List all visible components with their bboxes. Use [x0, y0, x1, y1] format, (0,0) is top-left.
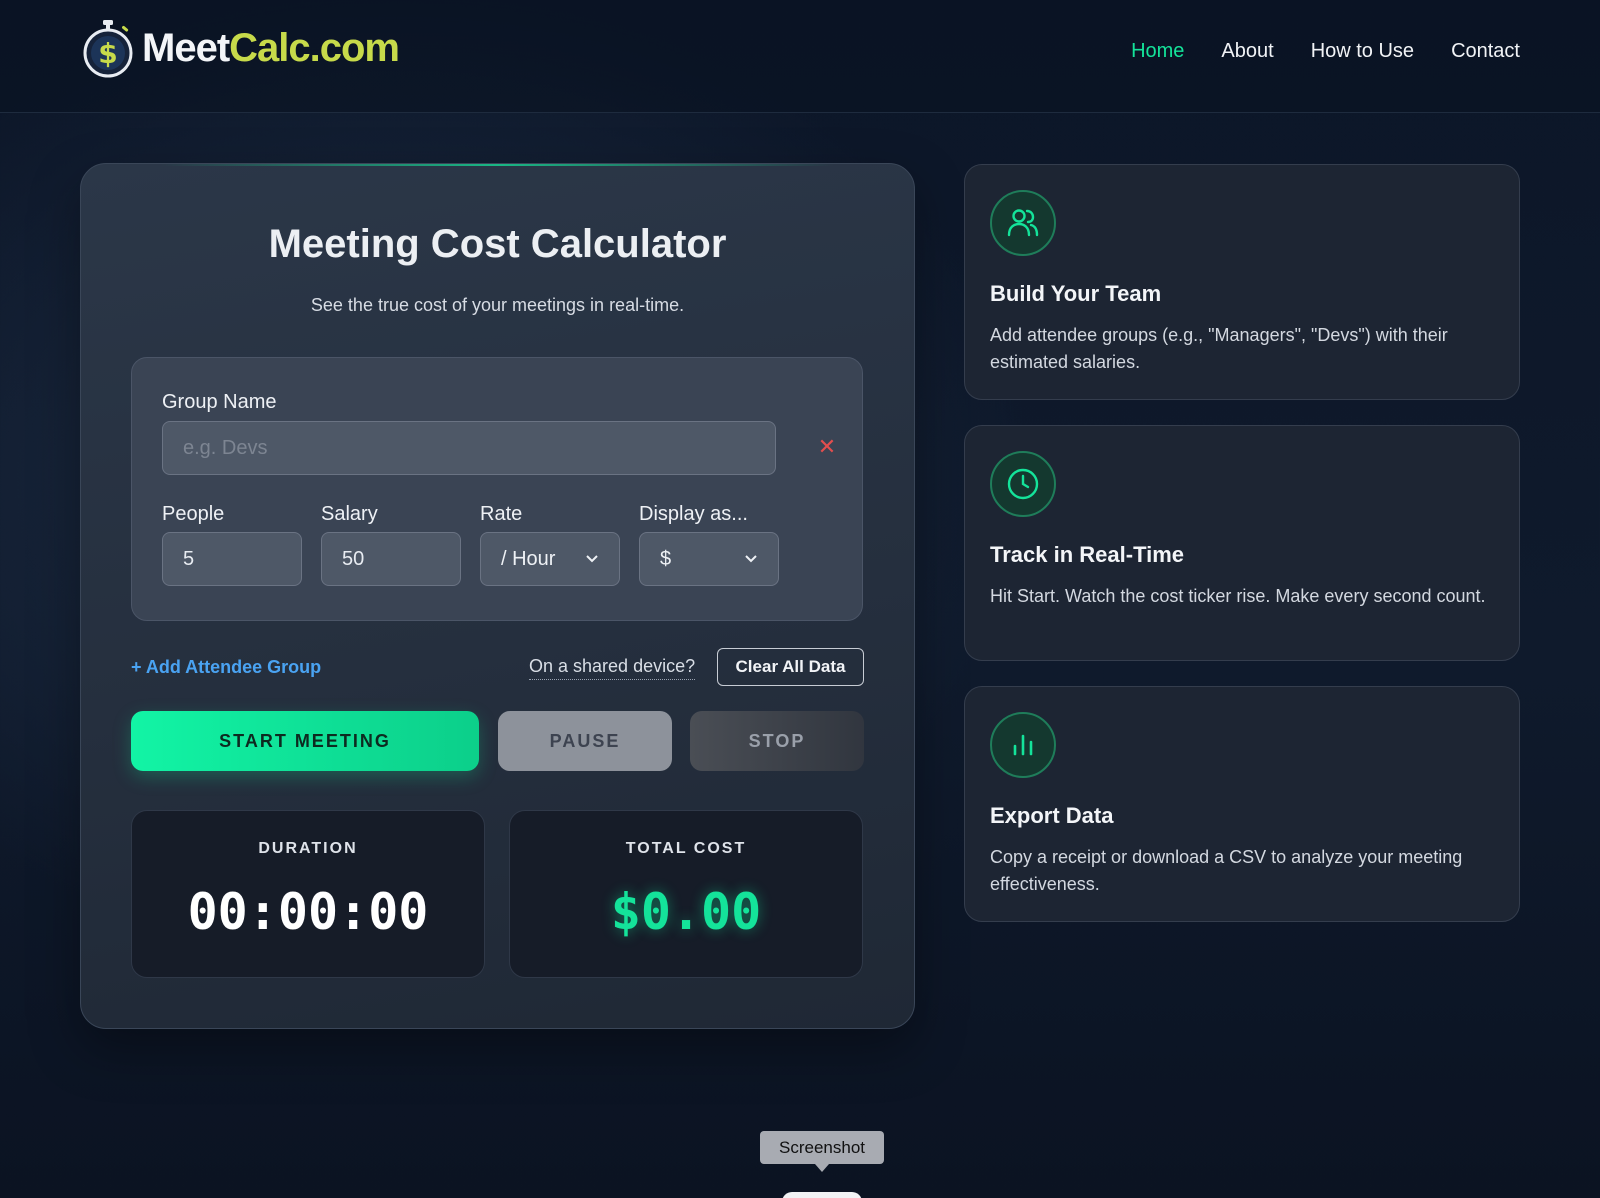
display-select[interactable]: $	[639, 532, 779, 586]
stop-button[interactable]: STOP	[690, 711, 864, 771]
feature-text: Add attendee groups (e.g., "Managers", "…	[990, 325, 1448, 372]
svg-text:$: $	[98, 37, 117, 70]
calculator-card: Meeting Cost Calculator See the true cos…	[80, 163, 915, 1029]
salary-label: Salary	[321, 503, 378, 525]
bar-chart-icon	[990, 712, 1056, 778]
pause-button[interactable]: PAUSE	[498, 711, 672, 771]
group-name-input[interactable]	[162, 421, 776, 475]
nav-home[interactable]: Home	[1131, 40, 1184, 63]
feature-title: Track in Real-Time	[990, 542, 1185, 567]
stopwatch-dollar-icon: $	[83, 20, 133, 78]
group-name-label: Group Name	[162, 391, 277, 413]
rate-label: Rate	[480, 503, 523, 525]
feature-card-build-team: Build Your Team Add attendee groups (e.g…	[964, 164, 1520, 400]
site-logo[interactable]: $ MeetCalc.com	[80, 18, 400, 78]
total-cost-label: TOTAL COST	[625, 840, 747, 857]
start-meeting-button[interactable]: START MEETING	[131, 711, 479, 771]
duration-panel: DURATION 00:00:00	[131, 810, 485, 978]
close-icon: ✕	[817, 434, 837, 459]
logo-wordmark: MeetCalc.com	[142, 25, 400, 71]
logo-calc: Calc.com	[229, 25, 400, 70]
total-cost-value: $0.00	[610, 883, 762, 941]
users-icon	[990, 190, 1056, 256]
nav-about[interactable]: About	[1221, 40, 1273, 63]
display-select-value: $	[660, 547, 672, 570]
people-label: People	[162, 503, 225, 525]
feature-title: Export Data	[990, 803, 1114, 828]
attendee-group: Group Name ✕ People Salary Rate / Hour D…	[131, 357, 863, 621]
feature-card-export-data: Export Data Copy a receipt or download a…	[964, 686, 1520, 922]
logo-meet: Meet	[142, 25, 230, 70]
display-label: Display as...	[639, 503, 748, 525]
feature-title: Build Your Team	[990, 281, 1162, 306]
duration-value: 00:00:00	[187, 883, 429, 941]
nav-how-to-use[interactable]: How to Use	[1311, 40, 1414, 63]
add-attendee-group-button[interactable]: + Add Attendee Group	[131, 657, 321, 678]
rate-select-value: / Hour	[501, 547, 556, 570]
screenshot-button[interactable]	[782, 1192, 862, 1198]
feature-text: Copy a receipt or download a CSV to anal…	[990, 847, 1463, 894]
main-nav: Home About How to Use Contact	[1131, 40, 1520, 63]
duration-label: DURATION	[258, 840, 358, 857]
salary-input[interactable]	[321, 532, 461, 586]
page-title: Meeting Cost Calculator	[268, 222, 727, 266]
shared-device-hint[interactable]: On a shared device?	[529, 656, 696, 680]
screenshot-tooltip: Screenshot	[760, 1131, 884, 1172]
remove-group-button[interactable]: ✕	[812, 432, 842, 462]
clear-all-data-button[interactable]: Clear All Data	[717, 648, 864, 686]
nav-contact[interactable]: Contact	[1451, 40, 1520, 63]
people-input[interactable]	[162, 532, 302, 586]
chevron-down-icon	[586, 555, 598, 563]
rate-select[interactable]: / Hour	[480, 532, 620, 586]
clock-icon	[990, 451, 1056, 517]
chevron-down-icon	[745, 555, 757, 563]
page-subtitle: See the true cost of your meetings in re…	[310, 295, 685, 315]
total-cost-panel: TOTAL COST $0.00	[509, 810, 863, 978]
feature-card-track-real-time: Track in Real-Time Hit Start. Watch the …	[964, 425, 1520, 661]
site-header: $ MeetCalc.com Home About How to Use Con…	[0, 0, 1600, 113]
feature-text: Hit Start. Watch the cost ticker rise. M…	[990, 586, 1486, 606]
